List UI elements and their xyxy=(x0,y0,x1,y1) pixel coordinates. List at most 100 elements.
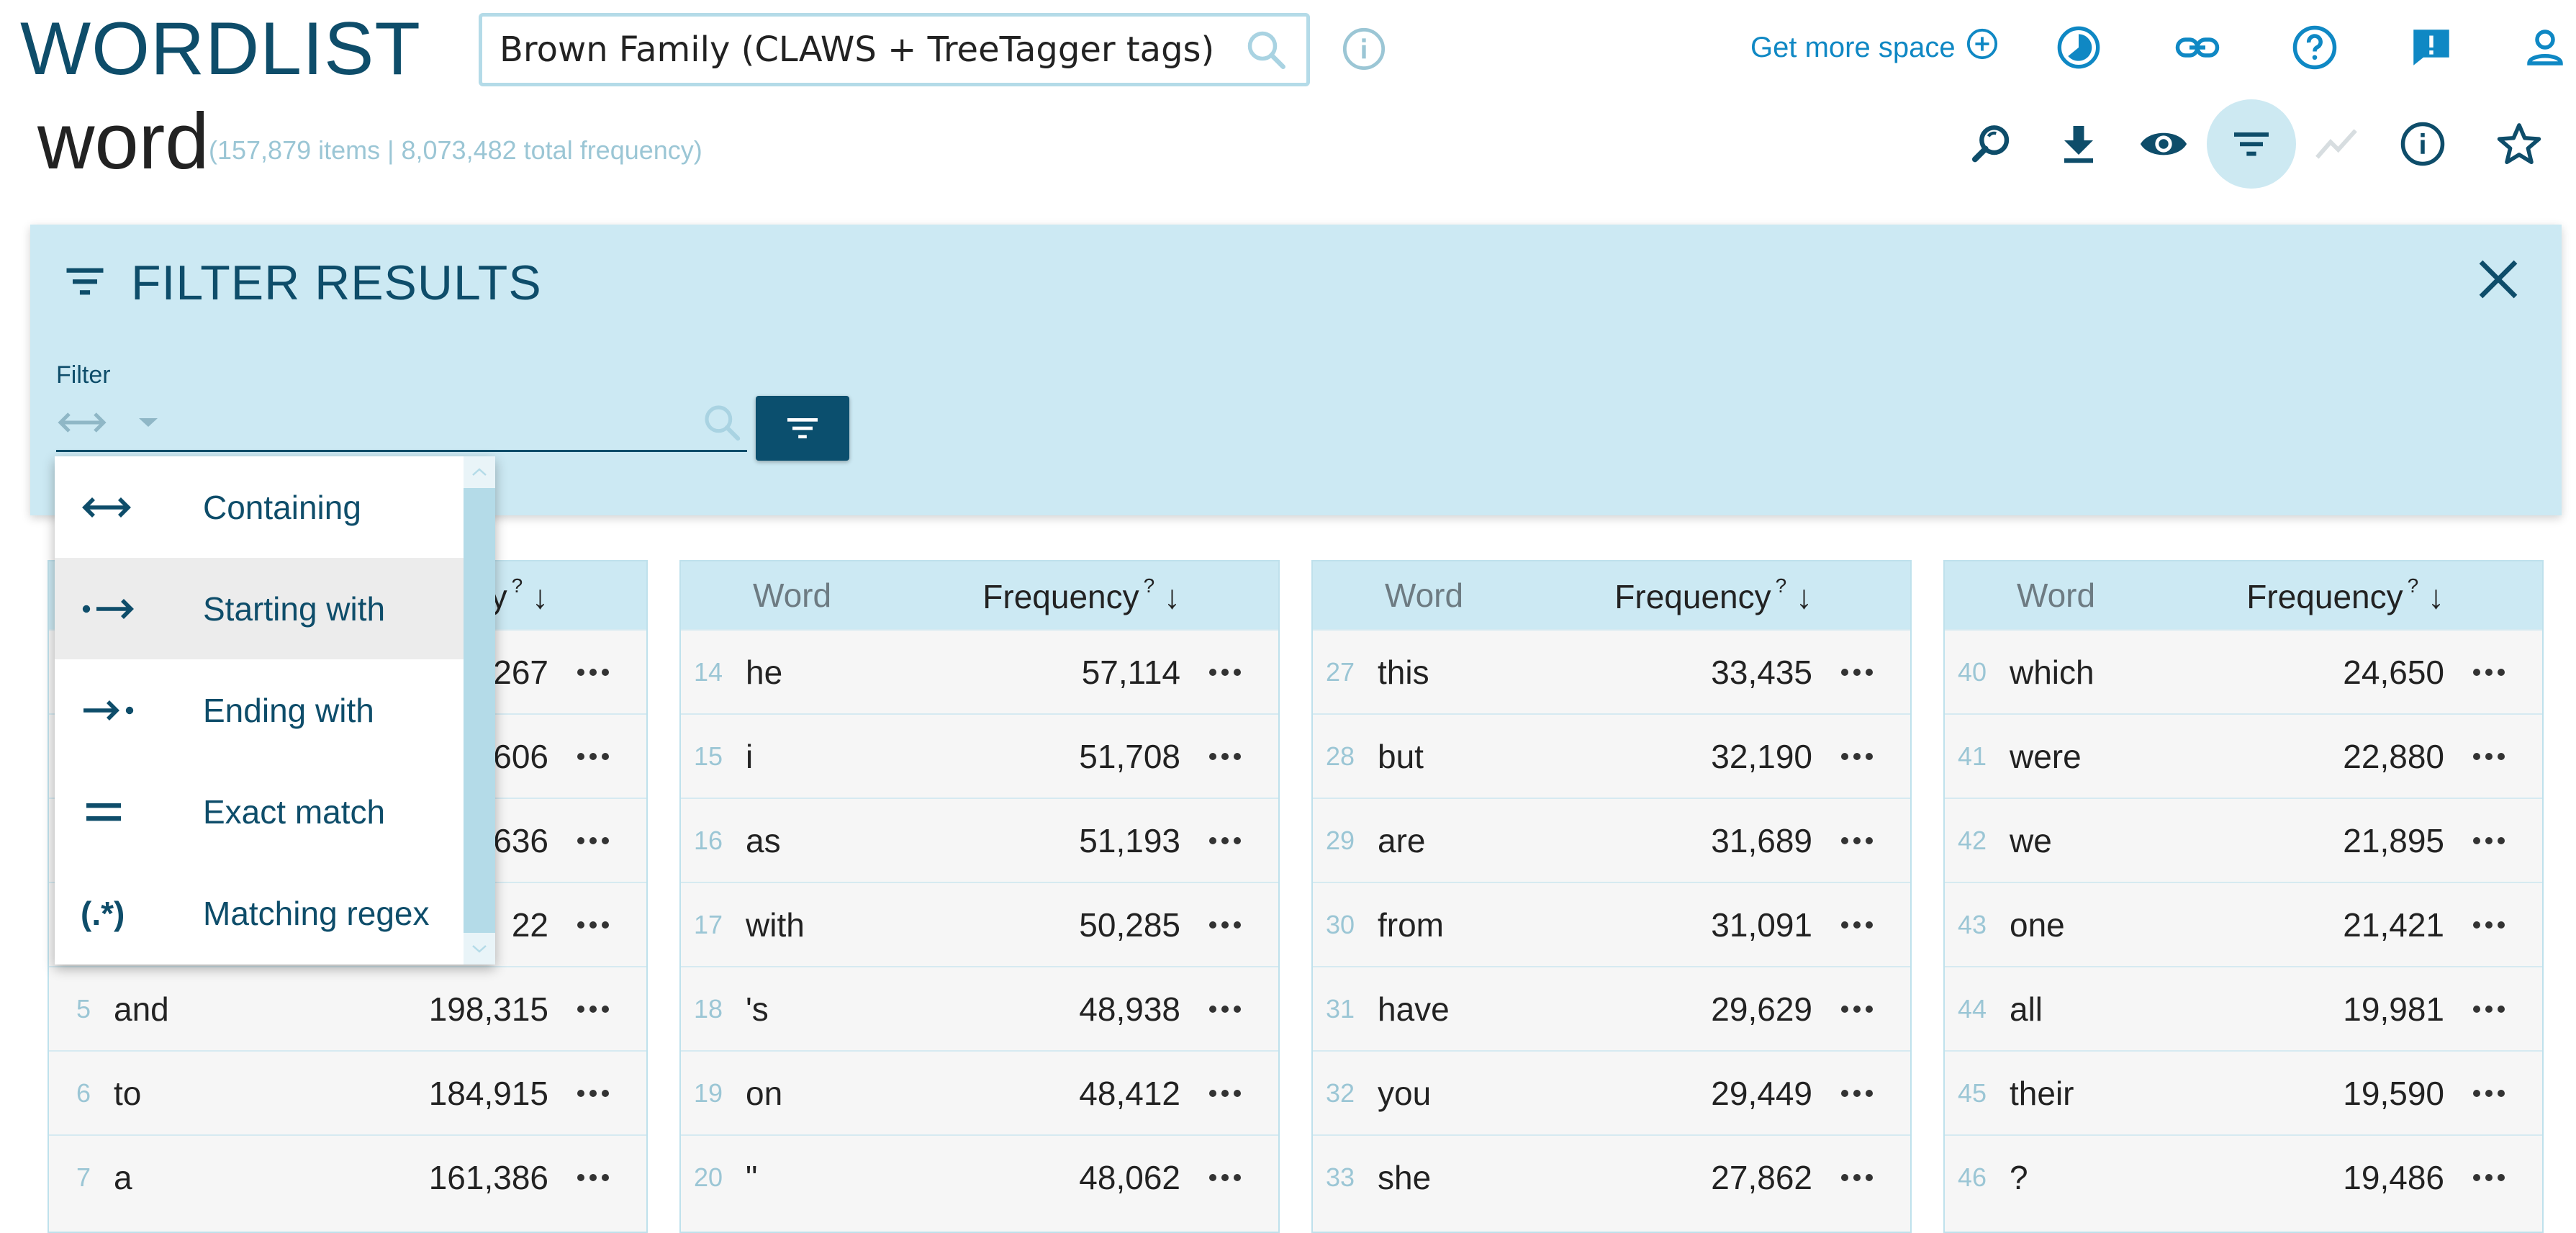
more-options-icon[interactable] xyxy=(2473,752,2542,760)
more-options-icon[interactable] xyxy=(2473,1005,2542,1013)
more-options-icon[interactable] xyxy=(577,1005,646,1013)
row-word[interactable]: as xyxy=(728,821,908,860)
row-word[interactable]: have xyxy=(1360,990,1540,1029)
scroll-up-icon[interactable] xyxy=(464,456,495,488)
sort-arrow-icon[interactable]: ↓ xyxy=(1164,578,1180,615)
download-icon[interactable] xyxy=(2050,115,2107,173)
user-icon[interactable] xyxy=(2519,22,2571,73)
more-options-icon[interactable] xyxy=(1841,1173,1910,1181)
corpus-info-icon[interactable] xyxy=(1341,26,1387,72)
table-row[interactable]: 31 have 29,629 xyxy=(1313,966,1910,1050)
column-word-header[interactable]: Word xyxy=(681,576,868,615)
table-row[interactable]: 7 a 161,386 xyxy=(49,1134,646,1219)
table-row[interactable]: 19 on 48,412 xyxy=(681,1050,1278,1134)
more-options-icon[interactable] xyxy=(1209,1173,1278,1181)
more-options-icon[interactable] xyxy=(1209,836,1278,844)
more-options-icon[interactable] xyxy=(1841,1089,1910,1097)
table-row[interactable]: 27 this 33,435 xyxy=(1313,629,1910,713)
table-row[interactable]: 40 which 24,650 xyxy=(1945,629,2542,713)
row-word[interactable]: to xyxy=(96,1074,276,1113)
more-options-icon[interactable] xyxy=(577,921,646,929)
row-word[interactable]: on xyxy=(728,1074,908,1113)
view-icon[interactable] xyxy=(2135,115,2192,173)
table-row[interactable]: 41 were 22,880 xyxy=(1945,713,2542,798)
table-row[interactable]: 46? 19,486 xyxy=(1945,1134,2542,1219)
more-options-icon[interactable] xyxy=(1209,668,1278,676)
table-row[interactable]: 28 but 32,190 xyxy=(1313,713,1910,798)
dropdown-scrollbar[interactable] xyxy=(464,456,495,965)
more-options-icon[interactable] xyxy=(2473,668,2542,676)
more-options-icon[interactable] xyxy=(1209,752,1278,760)
filter-field[interactable] xyxy=(56,394,747,452)
more-options-icon[interactable] xyxy=(2473,921,2542,929)
option-exact-match[interactable]: Exact match xyxy=(55,761,464,862)
filter-icon[interactable] xyxy=(2207,99,2296,189)
row-word[interactable]: 's xyxy=(728,990,908,1029)
more-options-icon[interactable] xyxy=(1209,1089,1278,1097)
option-starting-with[interactable]: Starting with xyxy=(55,558,464,659)
help-mark[interactable]: ? xyxy=(2408,574,2419,597)
row-word[interactable]: a xyxy=(96,1158,276,1197)
row-word[interactable]: one xyxy=(1992,905,2172,944)
chevron-down-icon[interactable] xyxy=(127,401,170,444)
row-word[interactable]: were xyxy=(1992,737,2172,776)
more-options-icon[interactable] xyxy=(1209,1005,1278,1013)
more-options-icon[interactable] xyxy=(1841,668,1910,676)
option-matching-regex[interactable]: (.*) Matching regex xyxy=(55,862,464,964)
row-word[interactable]: from xyxy=(1360,905,1540,944)
table-row[interactable]: 30 from 31,091 xyxy=(1313,882,1910,966)
table-row[interactable]: 45 their 19,590 xyxy=(1945,1050,2542,1134)
info-icon[interactable] xyxy=(2394,115,2451,173)
column-word-header[interactable]: Word xyxy=(1313,576,1500,615)
more-options-icon[interactable] xyxy=(1841,752,1910,760)
row-word[interactable]: but xyxy=(1360,737,1540,776)
get-more-space-link[interactable]: Get more space xyxy=(1750,26,1999,69)
close-icon[interactable] xyxy=(2469,250,2527,308)
more-options-icon[interactable] xyxy=(577,752,646,760)
more-options-icon[interactable] xyxy=(1209,921,1278,929)
table-row[interactable]: 15 i 51,708 xyxy=(681,713,1278,798)
table-row[interactable]: 33 she 27,862 xyxy=(1313,1134,1910,1219)
row-word[interactable]: which xyxy=(1992,653,2172,692)
row-word[interactable]: this xyxy=(1360,653,1540,692)
more-options-icon[interactable] xyxy=(1841,921,1910,929)
table-row[interactable]: 17 with 50,285 xyxy=(681,882,1278,966)
table-row[interactable]: 14 he 57,114 xyxy=(681,629,1278,713)
more-options-icon[interactable] xyxy=(577,836,646,844)
row-word[interactable]: he xyxy=(728,653,908,692)
row-word[interactable]: ? xyxy=(1992,1158,2172,1197)
table-row[interactable]: 20 " 48,062 xyxy=(681,1134,1278,1219)
row-word[interactable]: their xyxy=(1992,1074,2172,1113)
search-icon[interactable] xyxy=(1237,21,1295,78)
help-icon[interactable] xyxy=(2289,22,2341,73)
table-row[interactable]: 18's 48,938 xyxy=(681,966,1278,1050)
corpus-name[interactable]: Brown Family (CLAWS + TreeTagger tags) xyxy=(500,30,1237,70)
corpus-selector[interactable]: Brown Family (CLAWS + TreeTagger tags) xyxy=(479,13,1310,86)
row-word[interactable]: all xyxy=(1992,990,2172,1029)
help-mark[interactable]: ? xyxy=(1776,574,1787,597)
column-frequency-header[interactable]: Frequency? ↓ xyxy=(868,574,1278,616)
scroll-down-icon[interactable] xyxy=(464,933,495,965)
column-frequency-header[interactable]: Frequency? ↓ xyxy=(1500,574,1910,616)
row-word[interactable]: i xyxy=(728,737,908,776)
sort-arrow-icon[interactable]: ↓ xyxy=(1796,578,1812,615)
containing-arrows-icon[interactable] xyxy=(56,401,114,444)
row-word[interactable]: with xyxy=(728,905,908,944)
app-title[interactable]: WORDLIST xyxy=(20,6,421,92)
table-row[interactable]: 16 as 51,193 xyxy=(681,798,1278,882)
column-word-header[interactable]: Word xyxy=(1945,576,2132,615)
more-options-icon[interactable] xyxy=(2473,836,2542,844)
filter-search-icon[interactable] xyxy=(697,397,747,448)
table-row[interactable]: 29 are 31,689 xyxy=(1313,798,1910,882)
table-row[interactable]: 44 all 19,981 xyxy=(1945,966,2542,1050)
more-options-icon[interactable] xyxy=(577,1173,646,1181)
row-word[interactable]: " xyxy=(728,1158,908,1197)
more-options-icon[interactable] xyxy=(2473,1089,2542,1097)
option-ending-with[interactable]: Ending with xyxy=(55,659,464,761)
zoom-search-icon[interactable] xyxy=(1963,115,2021,173)
theme-icon[interactable] xyxy=(2053,22,2105,73)
option-containing[interactable]: Containing xyxy=(55,456,464,558)
row-word[interactable]: we xyxy=(1992,821,2172,860)
row-word[interactable]: you xyxy=(1360,1074,1540,1113)
table-row[interactable]: 5 and 198,315 xyxy=(49,966,646,1050)
